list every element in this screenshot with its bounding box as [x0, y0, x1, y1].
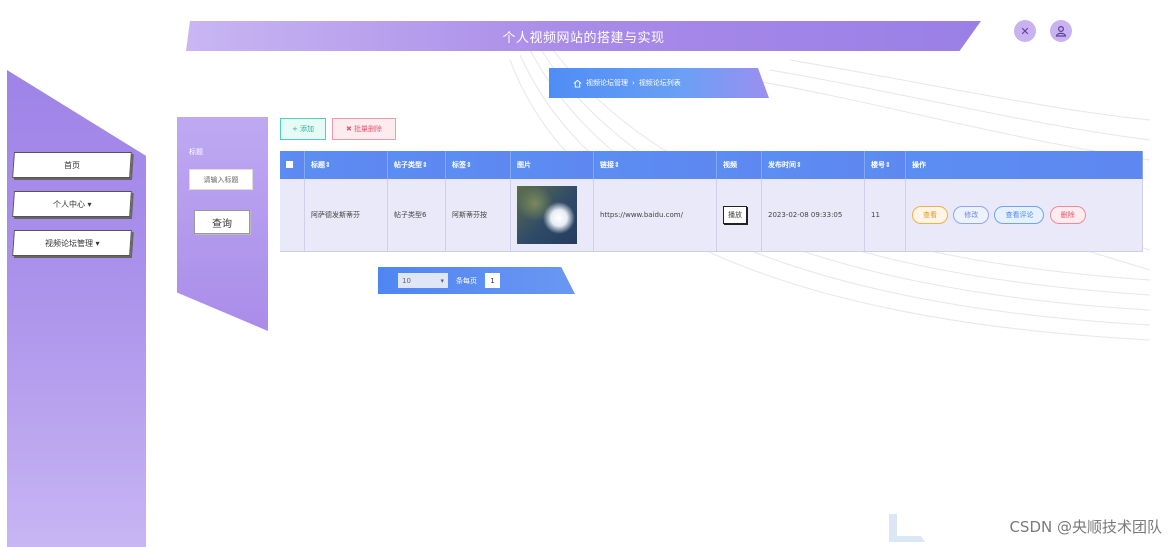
sidebar-item-home[interactable]: 首页: [12, 152, 132, 178]
cell-video: 播放: [716, 179, 762, 252]
breadcrumb-home[interactable]: 视频论坛管理: [586, 78, 628, 88]
column-header-title[interactable]: 标题⇕: [304, 151, 388, 179]
fullscreen-icon[interactable]: ✕: [1014, 20, 1036, 42]
breadcrumb: 视频论坛管理 › 视频论坛列表: [549, 68, 769, 98]
view-button[interactable]: 查看: [912, 206, 948, 224]
edit-button[interactable]: 修改: [953, 206, 990, 224]
search-label: 标题: [189, 148, 203, 156]
home-icon: [573, 79, 582, 88]
bulk-delete-button[interactable]: ✖ 批量删除: [332, 118, 396, 140]
forum-table: 标题⇕ 帖子类型⇕ 标签⇕ 图片 链接⇕ 视频 发布时间⇕ 楼号⇕ 操作 阿萨德…: [280, 151, 1143, 252]
checkbox-icon[interactable]: [286, 160, 293, 168]
cell-type: 帖子类型6: [387, 179, 446, 252]
sidebar-item-label: 视频论坛管理 ▾: [44, 238, 100, 248]
column-header-link[interactable]: 链接⇕: [593, 151, 717, 179]
cell-time: 2023-02-08 09:33:05: [761, 179, 865, 252]
table-row: 阿萨德发斯蒂芬 帖子类型6 阿斯蒂芬按 https://www.baidu.co…: [280, 179, 1143, 252]
top-header-bar: 个人视频网站的搭建与实现: [186, 21, 981, 51]
search-button[interactable]: 查询: [194, 210, 250, 234]
user-icon[interactable]: [1050, 20, 1072, 42]
view-comments-button[interactable]: 查看评论: [994, 206, 1045, 224]
left-sidebar: [7, 70, 146, 547]
page-size-label: 条每页: [456, 276, 477, 285]
sidebar-item-label: 首页: [64, 160, 80, 170]
delete-button[interactable]: 删除: [1049, 206, 1086, 224]
add-button[interactable]: + 添加: [280, 118, 326, 140]
column-header-floor[interactable]: 楼号⇕: [864, 151, 906, 179]
breadcrumb-current: 视频论坛列表: [638, 79, 681, 87]
user-glyph-icon: [1055, 25, 1067, 37]
column-header-type[interactable]: 帖子类型⇕: [387, 151, 446, 179]
cell-tag: 阿斯蒂芬按: [445, 179, 511, 252]
page-number-current[interactable]: 1: [485, 273, 500, 288]
play-button[interactable]: 播放: [723, 206, 747, 224]
page-size-select[interactable]: 10 ▾: [398, 273, 448, 288]
pagination-bar: 10 ▾ 条每页 1: [378, 267, 575, 294]
post-thumbnail[interactable]: [517, 186, 577, 244]
cell-actions: 查看 修改 查看评论 删除: [905, 179, 1143, 252]
column-header-video: 视频: [716, 151, 762, 179]
cell-floor: 11: [864, 179, 906, 252]
column-header-time[interactable]: 发布时间⇕: [761, 151, 865, 179]
app-title: 个人视频网站的搭建与实现: [502, 30, 665, 46]
row-checkbox-cell: [280, 179, 305, 252]
cell-link: https://www.baidu.com/: [593, 179, 717, 252]
table-header-row: 标题⇕ 帖子类型⇕ 标签⇕ 图片 链接⇕ 视频 发布时间⇕ 楼号⇕ 操作: [280, 151, 1143, 179]
watermark-text: CSDN @央顺技术团队: [1009, 518, 1162, 536]
breadcrumb-separator: ›: [632, 79, 635, 87]
csdn-logo-icon: [889, 514, 925, 542]
chevron-down-icon: ▾: [440, 276, 444, 285]
search-panel: 标题 请输入标题 查询: [177, 117, 268, 331]
column-header-actions: 操作: [905, 151, 1143, 179]
page-size-value: 10: [402, 276, 411, 285]
column-header-image: 图片: [510, 151, 594, 179]
cell-image: [510, 179, 594, 252]
select-all-checkbox[interactable]: [280, 151, 305, 179]
sidebar-item-personal-center[interactable]: 个人中心 ▾: [12, 191, 132, 217]
sidebar-item-label: 个人中心 ▾: [52, 199, 92, 209]
search-input[interactable]: 请输入标题: [189, 169, 253, 190]
sidebar-item-forum-management[interactable]: 视频论坛管理 ▾: [12, 230, 132, 256]
cell-title: 阿萨德发斯蒂芬: [304, 179, 388, 252]
column-header-tag[interactable]: 标签⇕: [445, 151, 511, 179]
